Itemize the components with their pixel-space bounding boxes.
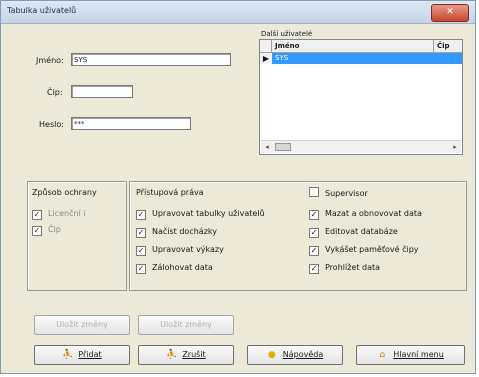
- right-label: Mazat a obnovovat data: [325, 209, 422, 218]
- right-label: Editovat databáze: [325, 227, 398, 236]
- home-icon: ⌂: [379, 350, 386, 360]
- supervisor-label: Supervisor: [325, 189, 368, 198]
- hlavni-menu-label: Hlavní menu: [393, 350, 444, 359]
- cell-name: SYS: [275, 54, 289, 62]
- napoveda-button[interactable]: ● Nápověda: [247, 345, 343, 365]
- right-vykaset-cipy[interactable]: ✓ Vykášet paměťové čipy: [309, 244, 419, 256]
- cip-field[interactable]: [71, 85, 133, 98]
- licencni-checkbox[interactable]: ✓ Licenční i: [32, 208, 86, 220]
- disabled-button-1[interactable]: Uložit změny: [34, 315, 130, 335]
- window-title: Tabulka uživatelů: [7, 6, 77, 15]
- right-label: Načíst docházky: [152, 227, 217, 236]
- user-add-icon: ⛹: [62, 350, 74, 360]
- users-grid[interactable]: Jméno Čip ▶ SYS ◂ ▸: [259, 39, 463, 155]
- grid-caption: Další uživatelé: [261, 30, 313, 38]
- scroll-thumb[interactable]: [275, 143, 291, 151]
- right-zalohovat-data[interactable]: ✓ Zálohovat data: [136, 262, 213, 274]
- checkbox-box: ✓: [136, 246, 146, 256]
- jmeno-field[interactable]: SYS: [71, 53, 231, 66]
- checkbox-box: [309, 187, 319, 197]
- title-bar: Tabulka uživatelů ✕: [1, 1, 475, 24]
- right-label: Vykášet paměťové čipy: [325, 245, 419, 254]
- right-label: Upravovat tabulky uživatelů: [152, 209, 265, 218]
- heslo-field[interactable]: ***: [71, 117, 191, 130]
- col-cip[interactable]: Čip: [434, 40, 464, 52]
- hlavni-menu-button[interactable]: ⌂ Hlavní menu: [356, 345, 465, 365]
- rights-title: Přístupová práva: [136, 188, 204, 197]
- supervisor-checkbox[interactable]: Supervisor: [309, 187, 368, 199]
- checkbox-box: ✓: [309, 264, 319, 274]
- scroll-right-icon[interactable]: ▸: [449, 141, 461, 153]
- disabled-button-2[interactable]: Uložit změny: [138, 315, 234, 335]
- grid-header: Jméno Čip: [260, 40, 462, 53]
- heslo-label: Heslo:: [39, 120, 64, 129]
- zrusit-button[interactable]: ⛹ Zrušit: [138, 345, 234, 365]
- licencni-label: Licenční i: [48, 209, 86, 218]
- grid-corner: [260, 40, 272, 52]
- jmeno-label: Jméno:: [36, 56, 64, 65]
- checkbox-box: ✓: [136, 210, 146, 220]
- horizontal-scrollbar[interactable]: ◂ ▸: [261, 140, 461, 153]
- cip-check-label: Čip: [48, 225, 61, 234]
- right-editovat-databaze[interactable]: ✓ Editovat databáze: [309, 226, 398, 238]
- checkbox-box: ✓: [136, 228, 146, 238]
- checkbox-box: ✓: [136, 264, 146, 274]
- cip-label: Čip:: [47, 88, 63, 97]
- lightbulb-icon: ●: [267, 350, 276, 360]
- right-label: Upravovat výkazy: [152, 245, 224, 254]
- right-label: Prohlížet data: [325, 263, 381, 272]
- checkbox-box: ✓: [32, 210, 42, 220]
- table-row[interactable]: SYS: [272, 53, 462, 64]
- protection-frame: [27, 181, 127, 291]
- users-dialog: Tabulka uživatelů ✕ Jméno: SYS Čip: Hesl…: [0, 0, 476, 374]
- right-mazat-obnovovat[interactable]: ✓ Mazat a obnovovat data: [309, 208, 422, 220]
- right-label: Zálohovat data: [152, 263, 213, 272]
- protection-title: Způsob ochrany: [32, 188, 97, 197]
- checkbox-box: ✓: [309, 246, 319, 256]
- right-upravovat-tabulky[interactable]: ✓ Upravovat tabulky uživatelů: [136, 208, 265, 220]
- right-prohlizet-data[interactable]: ✓ Prohlížet data: [309, 262, 380, 274]
- checkbox-box: ✓: [309, 210, 319, 220]
- napoveda-label: Nápověda: [282, 350, 324, 359]
- user-remove-icon: ⛹: [166, 350, 178, 360]
- checkbox-box: ✓: [32, 226, 42, 236]
- checkbox-box: ✓: [309, 228, 319, 238]
- zrusit-label: Zrušit: [182, 350, 206, 359]
- scroll-left-icon[interactable]: ◂: [261, 141, 273, 153]
- col-jmeno[interactable]: Jméno: [272, 40, 434, 52]
- right-upravovat-vykazy[interactable]: ✓ Upravovat výkazy: [136, 244, 224, 256]
- close-button[interactable]: ✕: [431, 4, 469, 22]
- right-nacist-dochazky[interactable]: ✓ Načíst docházky: [136, 226, 217, 238]
- pridat-button[interactable]: ⛹ Přidat: [34, 345, 130, 365]
- pridat-label: Přidat: [78, 350, 102, 359]
- cip-checkbox[interactable]: ✓ Čip: [32, 224, 61, 236]
